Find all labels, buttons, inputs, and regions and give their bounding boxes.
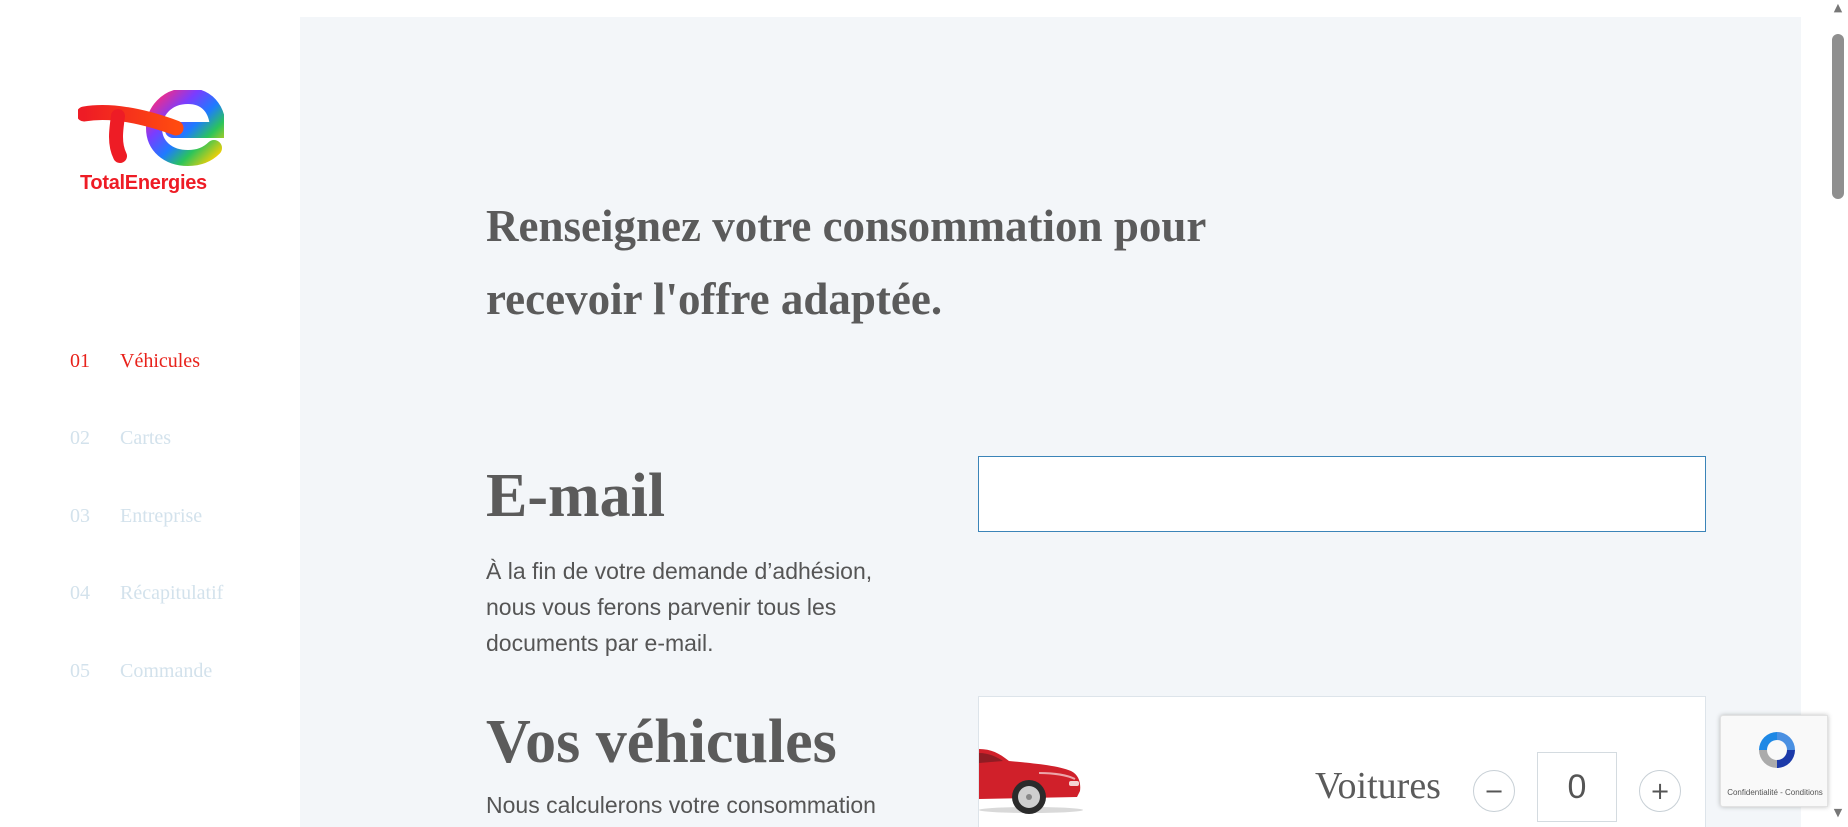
recaptcha-badge[interactable]: Confidentialité - Conditions bbox=[1720, 715, 1828, 807]
step-label: Véhicules bbox=[120, 350, 200, 372]
step-entreprise[interactable]: 03 Entreprise bbox=[70, 505, 270, 535]
scroll-down-arrow-icon[interactable]: ▼ bbox=[1832, 807, 1844, 819]
vehicle-count[interactable]: 0 bbox=[1537, 752, 1617, 822]
email-input[interactable] bbox=[978, 456, 1706, 532]
scroll-up-arrow-icon[interactable]: ▲ bbox=[1832, 2, 1844, 14]
vehicle-type-label: Voitures bbox=[1315, 765, 1441, 807]
email-section-description: À la fin de votre demande d’adhésion, no… bbox=[486, 558, 873, 656]
step-number: 01 bbox=[70, 350, 90, 372]
vehicles-section-description: Nous calculerons votre consommation bbox=[486, 792, 876, 818]
step-recapitulatif[interactable]: 04 Récapitulatif bbox=[70, 582, 270, 612]
scroll-thumb[interactable] bbox=[1832, 34, 1844, 199]
step-number: 05 bbox=[70, 660, 90, 682]
main-panel: Renseignez votre consommation pour recev… bbox=[300, 17, 1801, 827]
step-vehicules[interactable]: 01 Véhicules bbox=[70, 350, 270, 380]
page-scrollbar[interactable]: ▲ ▼ bbox=[1828, 0, 1848, 827]
step-number: 02 bbox=[70, 427, 90, 449]
step-label: Cartes bbox=[120, 427, 172, 449]
recaptcha-icon bbox=[1759, 732, 1795, 768]
page-headline: Renseignez votre consommation pour recev… bbox=[486, 201, 1206, 324]
logo-text: TotalEnergies bbox=[80, 172, 207, 194]
decrement-button[interactable]: − bbox=[1473, 770, 1515, 812]
step-number: 04 bbox=[70, 582, 90, 604]
red-car-icon bbox=[979, 749, 1083, 814]
step-label: Entreprise bbox=[120, 505, 203, 527]
step-commande[interactable]: 05 Commande bbox=[70, 660, 270, 690]
step-number: 03 bbox=[70, 505, 90, 527]
email-section-title: E-mail bbox=[486, 462, 666, 530]
totalenergies-logo[interactable]: TotalEnergies bbox=[78, 90, 224, 202]
vehicle-card-voitures: Voitures − 0 + bbox=[978, 696, 1706, 827]
totalenergies-logo-icon bbox=[78, 90, 224, 167]
recaptcha-links[interactable]: Confidentialité - Conditions bbox=[1721, 788, 1829, 797]
vehicles-section-title: Vos véhicules bbox=[486, 708, 837, 776]
step-label: Récapitulatif bbox=[120, 582, 224, 604]
step-cartes[interactable]: 02 Cartes bbox=[70, 427, 270, 457]
sidebar: TotalEnergies 01 Véhicules 02 Cartes 03 … bbox=[0, 0, 300, 827]
step-label: Commande bbox=[120, 660, 213, 682]
increment-button[interactable]: + bbox=[1639, 770, 1681, 812]
